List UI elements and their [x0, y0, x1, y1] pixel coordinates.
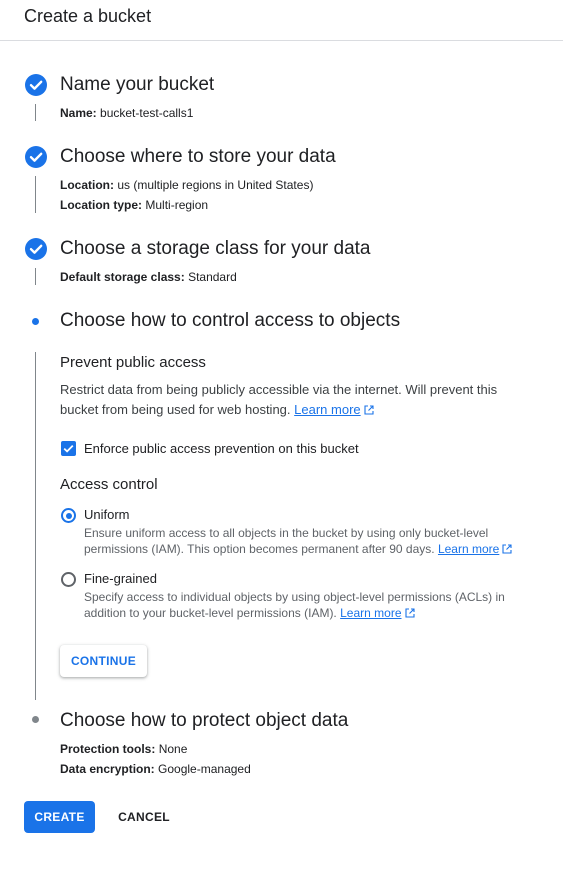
check-circle-icon: [25, 146, 47, 168]
uniform-label[interactable]: Uniform: [84, 507, 130, 522]
description-text: Specify access to individual objects by …: [84, 590, 505, 620]
step-title-protection[interactable]: Choose how to protect object data: [60, 710, 348, 732]
access-control-title: Access control: [60, 476, 158, 493]
pending-step-dot: [32, 716, 39, 723]
fine-grained-description: Specify access to individual objects by …: [84, 589, 529, 621]
detail-value: Multi-region: [145, 198, 209, 212]
detail-value: bucket-test-calls1: [100, 106, 194, 120]
step-detail-protection-tools: Protection tools: None: [60, 742, 187, 756]
open-in-new-icon: [502, 544, 512, 554]
page-title: Create a bucket: [24, 6, 152, 26]
learn-more-link[interactable]: Learn more: [294, 402, 360, 417]
detail-label: Location:: [60, 178, 114, 192]
step-connector: [35, 104, 36, 121]
step-connector: [35, 268, 36, 285]
step-detail-location: Location: us (multiple regions in United…: [60, 178, 313, 192]
uniform-description: Ensure uniform access to all objects in …: [84, 525, 529, 557]
detail-value: Standard: [188, 270, 237, 284]
page-header: Create a bucket: [0, 0, 563, 41]
description-text: Ensure uniform access to all objects in …: [84, 526, 489, 556]
prevent-public-access-title: Prevent public access: [60, 354, 206, 371]
step-title-access-control[interactable]: Choose how to control access to objects: [60, 310, 400, 332]
step-detail-encryption: Data encryption: Google-managed: [60, 762, 251, 776]
learn-more-link[interactable]: Learn more: [340, 606, 401, 620]
description-text: Restrict data from being publicly access…: [60, 382, 498, 417]
step-connector: [35, 176, 36, 213]
detail-value: Google-managed: [158, 762, 251, 776]
create-button[interactable]: CREATE: [24, 801, 95, 833]
cancel-button[interactable]: CANCEL: [107, 801, 181, 833]
fine-grained-radio[interactable]: [61, 572, 76, 587]
open-in-new-icon: [404, 608, 415, 618]
check-circle-icon: [25, 238, 47, 260]
fine-grained-label[interactable]: Fine-grained: [84, 571, 157, 586]
step-detail-storage-class: Default storage class: Standard: [60, 270, 237, 284]
detail-label: Location type:: [60, 198, 143, 212]
detail-value: None: [158, 742, 188, 756]
open-in-new-icon: [364, 405, 374, 415]
detail-value: us (multiple regions in United States): [117, 178, 314, 192]
detail-label: Protection tools:: [60, 742, 156, 756]
continue-button[interactable]: CONTINUE: [60, 645, 147, 677]
step-title-name-bucket[interactable]: Name your bucket: [60, 74, 214, 96]
step-detail-name: Name: bucket-test-calls1: [60, 106, 193, 120]
step-title-location[interactable]: Choose where to store your data: [60, 146, 336, 168]
detail-label: Default storage class:: [60, 270, 185, 284]
learn-more-link[interactable]: Learn more: [438, 542, 499, 556]
step-detail-location-type: Location type: Multi-region: [60, 198, 208, 212]
enforce-public-access-checkbox[interactable]: [61, 441, 76, 456]
prevent-public-access-description: Restrict data from being publicly access…: [60, 380, 520, 420]
uniform-radio[interactable]: [61, 508, 76, 523]
step-connector: [35, 352, 36, 700]
detail-label: Data encryption:: [60, 762, 155, 776]
enforce-public-access-label[interactable]: Enforce public access prevention on this…: [84, 441, 359, 456]
active-step-dot: [32, 318, 39, 325]
detail-label: Name:: [60, 106, 97, 120]
step-title-storage-class[interactable]: Choose a storage class for your data: [60, 238, 371, 260]
check-circle-icon: [25, 74, 47, 96]
